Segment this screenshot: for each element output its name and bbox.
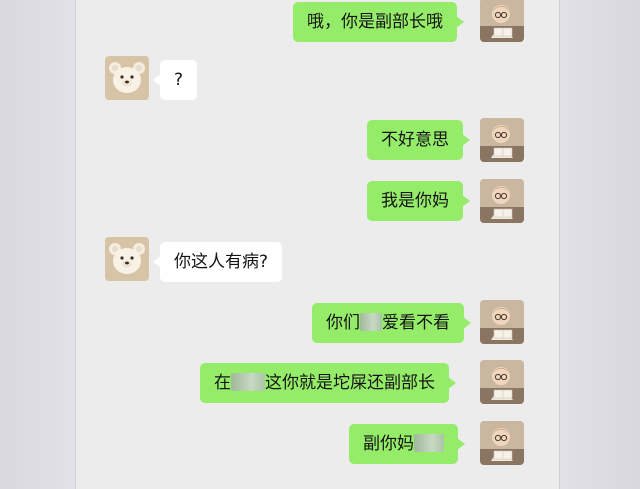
reading-baby-avatar[interactable] [480,0,524,42]
outgoing-message[interactable]: 我是你妈 [367,181,470,221]
mosaic-censor [231,373,265,391]
chat-window[interactable]: 哦，你是副部长哦 ? 不好意思 我是你妈 你这人有病? 你们 爱看不看 在 这你… [75,0,560,489]
reading-baby-avatar[interactable] [480,118,524,162]
reading-baby-avatar[interactable] [480,360,524,404]
teddy-bear-avatar[interactable] [105,237,149,281]
message-text-end: 这你就是坨屎还副部长 [265,373,435,393]
message-text-start: 在 [214,373,231,393]
outgoing-message[interactable]: 副你妈 [349,424,465,464]
message-text-end: 爱看不看 [382,313,450,333]
message-text: 不好意思 [381,130,449,150]
outgoing-message[interactable]: 哦，你是副部长哦 [293,2,464,42]
message-text: ? [174,70,184,90]
teddy-bear-avatar[interactable] [105,56,149,100]
incoming-message[interactable]: ? [152,60,198,100]
outgoing-message[interactable]: 你们 爱看不看 [312,303,471,343]
mosaic-censor [414,434,444,452]
message-text: 你这人有病? [174,252,269,272]
message-text-start: 副你妈 [363,434,414,454]
message-text: 哦，你是副部长哦 [307,12,443,32]
reading-baby-avatar[interactable] [480,421,524,465]
message-text: 我是你妈 [381,191,449,211]
left-backdrop [0,0,75,489]
message-text-start: 你们 [326,313,360,333]
reading-baby-avatar[interactable] [480,300,524,344]
incoming-message[interactable]: 你这人有病? [152,242,283,282]
outgoing-message[interactable]: 不好意思 [367,120,470,160]
reading-baby-avatar[interactable] [480,179,524,223]
outgoing-message[interactable]: 在 这你就是坨屎还副部长 [200,363,456,403]
right-backdrop [550,0,640,489]
mosaic-censor [360,313,382,331]
